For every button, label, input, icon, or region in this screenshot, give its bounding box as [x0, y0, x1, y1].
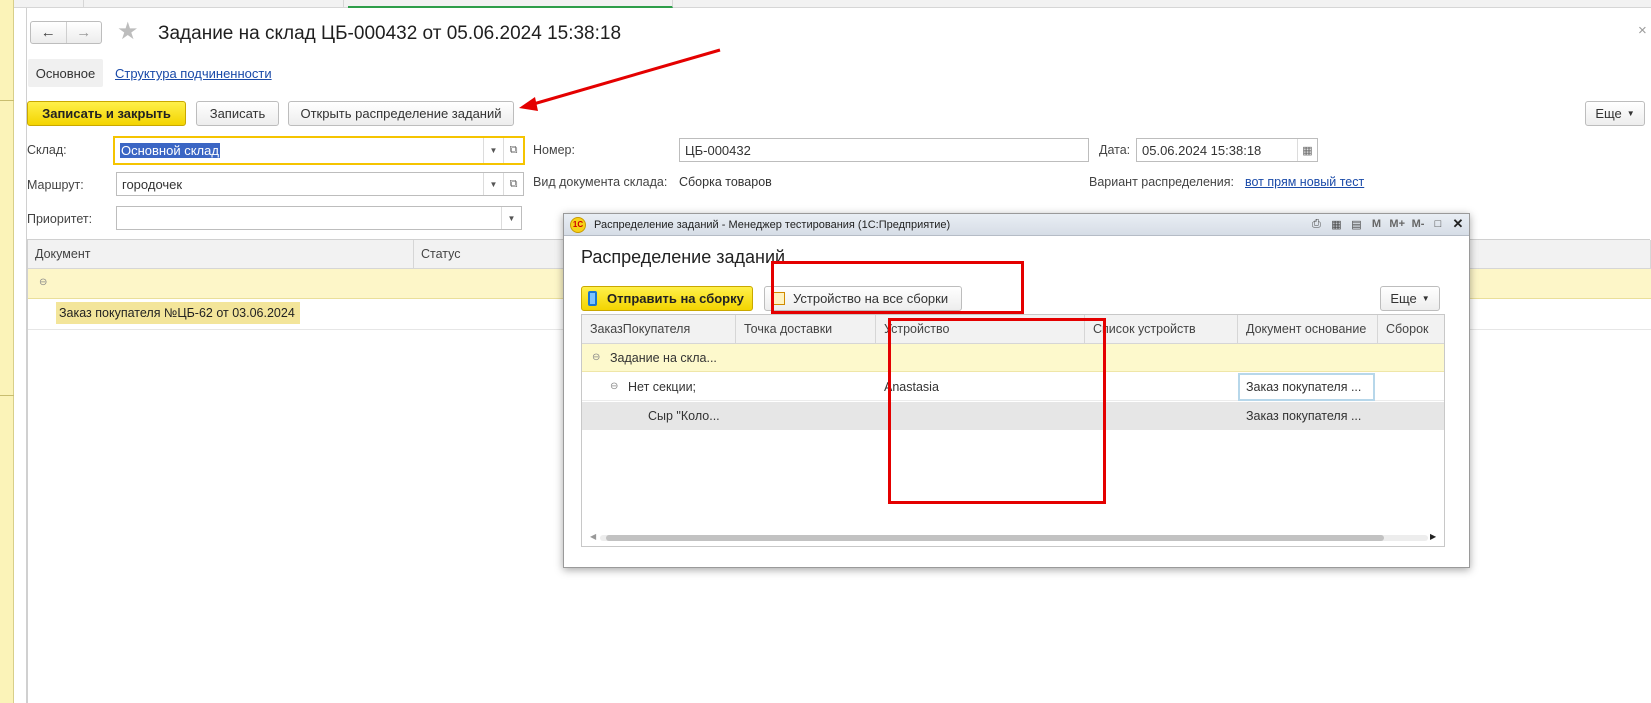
annotation-overlay	[519, 48, 721, 111]
annotation-arrow-line	[529, 48, 721, 107]
annotation-box-device-button	[771, 261, 1024, 314]
annotation-box-device-column	[888, 318, 1106, 504]
annotation-arrowhead	[519, 97, 538, 111]
